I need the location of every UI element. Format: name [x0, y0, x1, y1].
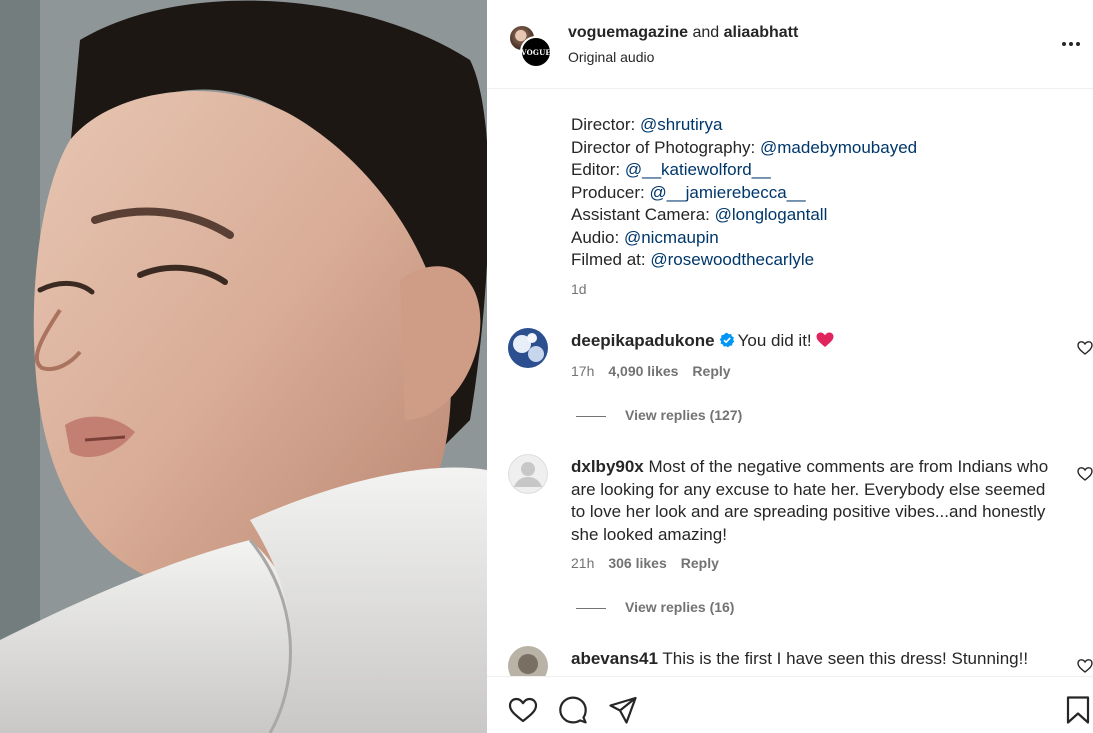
mention-link[interactable]: @shrutirya: [640, 115, 722, 134]
post-authors: voguemagazine and aliaabhatt: [568, 24, 798, 42]
credit-line: Producer: @__jamierebecca__: [571, 182, 806, 202]
comment-text: This is the first I have seen this dress…: [662, 649, 1029, 668]
comment-likes[interactable]: 306 likes: [608, 555, 666, 571]
credit-line: Assistant Camera: @longlogantall: [571, 205, 828, 224]
comment-username[interactable]: abevans41: [571, 649, 658, 668]
view-replies-button[interactable]: View replies (16): [576, 599, 734, 615]
post-video-frame[interactable]: [0, 0, 487, 733]
mention-link[interactable]: @rosewoodthecarlyle: [650, 250, 814, 269]
commenter-avatar[interactable]: [508, 454, 548, 494]
comment-time[interactable]: 21h: [571, 555, 594, 571]
author-link-voguemagazine[interactable]: voguemagazine: [568, 24, 688, 41]
mention-link[interactable]: @longlogantall: [715, 205, 828, 224]
avatar-voguemagazine[interactable]: VOGUE: [520, 36, 552, 68]
share-icon[interactable]: [608, 695, 638, 725]
comment-like-heart-icon[interactable]: [1077, 340, 1093, 356]
red-heart-emoji-icon: [816, 332, 834, 347]
audio-label[interactable]: Original audio: [568, 49, 654, 65]
view-replies-button[interactable]: View replies (127): [576, 407, 742, 423]
comment-like-heart-icon[interactable]: [1077, 466, 1093, 482]
comment-time[interactable]: 17h: [571, 363, 594, 379]
comment-meta: 21h 306 likes Reply: [571, 555, 733, 571]
commenter-avatar[interactable]: [508, 328, 548, 368]
mention-link[interactable]: @madebymoubayed: [760, 138, 917, 157]
comment-body: abevans41 This is the first I have seen …: [571, 648, 1061, 671]
credit-line: Editor: @__katiewolford__: [571, 160, 771, 179]
comment-username[interactable]: dxlby90x: [571, 457, 644, 476]
verified-badge-icon: [719, 332, 734, 348]
comment-likes[interactable]: 4,090 likes: [608, 363, 678, 379]
credit-line: Audio: @nicmaupin: [571, 227, 719, 247]
credit-line: Director of Photography: @madebymoubayed: [571, 137, 918, 157]
comment-body: deepikapadukone You did it!: [571, 330, 1061, 353]
comment-meta: 17h 4,090 likes Reply: [571, 363, 745, 379]
more-icon[interactable]: [1057, 30, 1085, 58]
post-action-bar: [487, 676, 1093, 733]
reply-button[interactable]: Reply: [681, 555, 719, 571]
comment-username[interactable]: deepikapadukone: [571, 331, 715, 350]
mention-link[interactable]: @__katiewolford__: [625, 160, 771, 179]
post-details-panel: VOGUE voguemagazine and aliaabhatt Origi…: [487, 0, 1093, 733]
author-conjunction: and: [692, 24, 720, 41]
reply-button[interactable]: Reply: [692, 363, 730, 379]
comment-body: dxlby90x Most of the negative comments a…: [571, 456, 1061, 546]
view-replies-label: View replies (16): [625, 599, 735, 615]
mention-link[interactable]: @nicmaupin: [624, 228, 719, 247]
view-replies-label: View replies (127): [625, 407, 743, 423]
commenter-avatar[interactable]: [508, 646, 548, 676]
comments-scroll-area[interactable]: Director: @shrutirya Director of Photogr…: [487, 90, 1093, 676]
post-header: VOGUE voguemagazine and aliaabhatt Origi…: [487, 0, 1093, 89]
mention-link[interactable]: @__jamierebecca__: [649, 183, 805, 202]
collab-avatars[interactable]: VOGUE: [508, 24, 552, 68]
credit-line: Director: @shrutirya: [571, 115, 723, 134]
divider-line: [576, 607, 606, 609]
author-link-aliaabhatt[interactable]: aliaabhatt: [724, 24, 799, 41]
caption-timestamp[interactable]: 1d: [571, 281, 587, 297]
comment-icon[interactable]: [558, 695, 588, 725]
heart-icon[interactable]: [508, 695, 538, 725]
video-still-image: [0, 0, 487, 733]
comment-text: You did it!: [737, 331, 812, 350]
credit-line: Filmed at: @rosewoodthecarlyle: [571, 250, 815, 269]
divider-line: [576, 415, 606, 417]
comment-like-heart-icon[interactable]: [1077, 658, 1093, 674]
bookmark-icon[interactable]: [1063, 695, 1093, 725]
